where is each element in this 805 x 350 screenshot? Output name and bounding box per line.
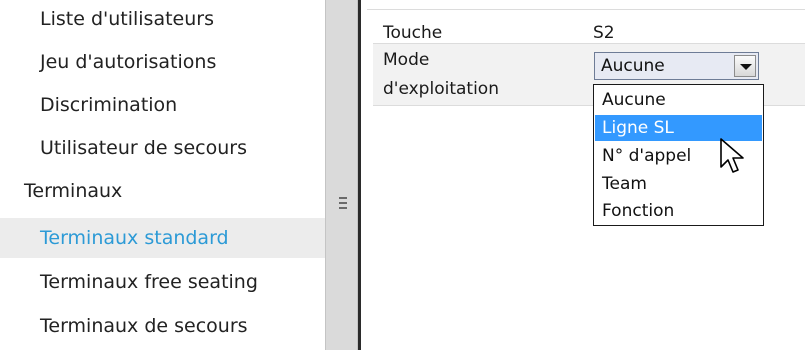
nav-item-authorization-set[interactable]: Jeu d'autorisations [0, 42, 325, 82]
panel-top-border [367, 9, 805, 10]
mode-select[interactable]: Aucune [594, 52, 759, 80]
key-label: Touche [383, 23, 443, 43]
mode-select-value: Aucune [601, 56, 665, 76]
splitter-grip-icon[interactable] [339, 197, 347, 212]
mode-label-line1: Mode [383, 50, 430, 70]
mode-label-line2: d'exploitation [383, 79, 499, 99]
option-none[interactable]: Aucune [595, 87, 762, 113]
properties-panel: Touche S2 Mode d'exploitation Aucune Auc… [361, 0, 805, 350]
nav-item-terminals[interactable]: Terminaux [0, 171, 325, 211]
nav-item-backup-terminals[interactable]: Terminaux de secours [0, 306, 325, 346]
nav-item-backup-user[interactable]: Utilisateur de secours [0, 128, 325, 168]
pane-splitter[interactable] [325, 0, 358, 350]
nav-item-free-seating-terminals[interactable]: Terminaux free seating [0, 262, 325, 302]
nav-item-discrimination[interactable]: Discrimination [0, 85, 325, 125]
mouse-cursor-icon [720, 138, 744, 173]
nav-item-standard-terminals[interactable]: Terminaux standard [0, 218, 325, 258]
navigation-tree: Liste d'utilisateurs Jeu d'autorisations… [0, 0, 325, 350]
chevron-down-icon[interactable] [734, 55, 756, 77]
nav-item-user-list[interactable]: Liste d'utilisateurs [0, 0, 325, 39]
key-value: S2 [593, 23, 615, 43]
option-function[interactable]: Fonction [595, 198, 762, 224]
